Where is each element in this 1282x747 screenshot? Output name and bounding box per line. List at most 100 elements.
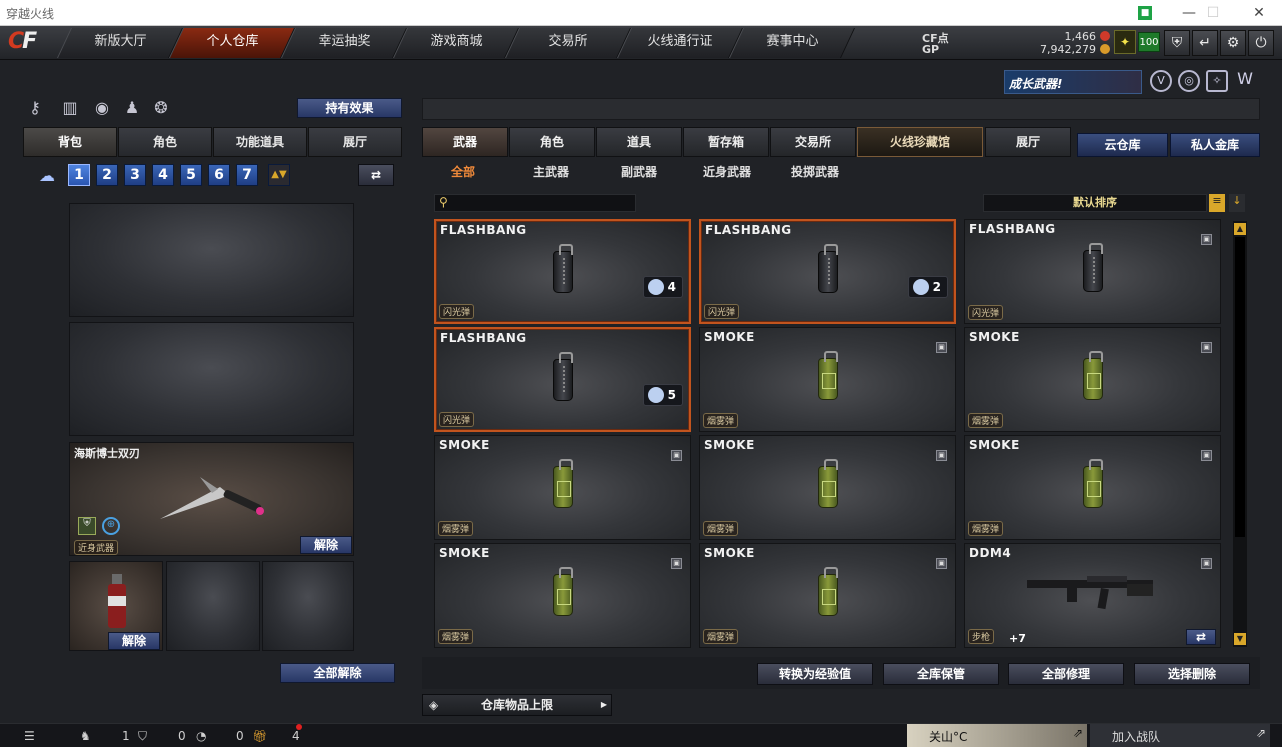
item-card[interactable]: FLASHBANG 4 闪光弹 (434, 219, 691, 324)
subtab-3[interactable]: 近身武器 (689, 163, 765, 180)
smoke-grenade-image (1082, 351, 1103, 400)
stats-icon[interactable]: ▥ (59, 98, 81, 118)
subtab-0[interactable]: 全部 (425, 163, 501, 180)
action-button-2[interactable]: 全部修理 (1008, 663, 1124, 685)
primary-slot[interactable] (69, 203, 354, 317)
scroll-down-icon[interactable]: ▼ (1234, 633, 1246, 645)
subtab-4[interactable]: 投掷武器 (777, 163, 853, 180)
join-team[interactable]: 加入战队 ⇗ (1090, 724, 1270, 747)
list-view-icon[interactable]: ≡ (1209, 194, 1225, 212)
scroll-up-icon[interactable]: ▲ (1234, 223, 1246, 235)
page-button-1[interactable]: 1 (68, 164, 90, 186)
gear-icon[interactable]: ⚙ (1220, 30, 1246, 56)
page-scroll-button[interactable]: ▲▼ (268, 164, 290, 186)
melee-remove-button[interactable]: 解除 (300, 536, 352, 554)
guild-icon[interactable]: ⛉ (138, 729, 147, 744)
menu-icon[interactable]: ☰ (24, 729, 35, 743)
item-card[interactable]: SMOKE ▣ 烟雾弹 (699, 543, 956, 648)
swap-button[interactable]: ⇄ (358, 164, 394, 186)
team-open-icon[interactable]: ⇗ (1256, 726, 1266, 740)
grenade-remove-button[interactable]: 解除 (108, 632, 160, 650)
melee-slot[interactable]: 海斯博士双刃 ⛨ ⊕ 近身武器 解除 (69, 442, 354, 556)
w-icon[interactable]: W (1234, 70, 1256, 92)
left-tab-3[interactable]: 展厅 (308, 127, 402, 157)
rank-icon[interactable]: ✦ (1114, 30, 1136, 54)
nav-tab-label: 交易所 (548, 34, 588, 49)
nav-tab-3[interactable]: 游戏商城 (393, 28, 519, 58)
page-button-2[interactable]: 2 (96, 164, 118, 186)
close-button[interactable]: ✕ (1236, 0, 1282, 26)
subtab-2[interactable]: 副武器 (601, 163, 677, 180)
vip-icon[interactable]: V (1150, 70, 1172, 92)
swap-icon[interactable]: ⇄ (1186, 629, 1216, 645)
shield-icon[interactable]: ⛨ (1164, 30, 1190, 56)
warehouse-limit-button[interactable]: ◈ 仓库物品上限 ▶ (422, 694, 612, 716)
scroll-thumb[interactable] (1235, 237, 1245, 537)
growth-weapon-banner[interactable]: 成长武器! (1004, 70, 1142, 94)
target-icon[interactable]: ◉ (91, 98, 113, 118)
power-icon[interactable]: ⏻ (1248, 30, 1274, 56)
person-icon[interactable]: ♟ (121, 98, 143, 118)
page-button-6[interactable]: 6 (208, 164, 230, 186)
cloud-warehouse-tab[interactable]: 云仓库 (1077, 133, 1168, 157)
chat-icon[interactable]: ◔ (196, 729, 206, 743)
item-card[interactable]: FLASHBANG ▣ 闪光弹 (964, 219, 1221, 324)
right-tab-3[interactable]: 暂存箱 (683, 127, 769, 157)
nav-tab-5[interactable]: 火线通行证 (617, 28, 743, 58)
left-tab-1[interactable]: 角色 (118, 127, 212, 157)
page-button-7[interactable]: 7 (236, 164, 258, 186)
left-tab-2[interactable]: 功能道具 (213, 127, 307, 157)
right-tab-5[interactable]: 火线珍藏馆 (857, 127, 983, 157)
page-button-5[interactable]: 5 (180, 164, 202, 186)
gift-box-icon[interactable]: 🎁︎ (252, 729, 267, 743)
page-button-3[interactable]: 3 (124, 164, 146, 186)
open-icon[interactable]: ⇗ (1073, 726, 1083, 740)
nav-tab-2[interactable]: 幸运抽奖 (281, 28, 407, 58)
item-card[interactable]: SMOKE ▣ 烟雾弹 (434, 543, 691, 648)
subtab-1[interactable]: 主武器 (513, 163, 589, 180)
right-tab-1[interactable]: 角色 (509, 127, 595, 157)
private-vault-tab[interactable]: 私人金库 (1170, 133, 1260, 157)
secondary-slot[interactable] (69, 322, 354, 436)
left-tab-0[interactable]: 背包 (23, 127, 117, 157)
chat-channel[interactable]: 关山°C ⇗ (907, 724, 1087, 747)
key-icon[interactable]: ⚷ (24, 98, 46, 118)
item-card[interactable]: SMOKE ▣ 烟雾弹 (964, 435, 1221, 540)
extra-slot-1[interactable] (166, 561, 260, 651)
item-card[interactable]: FLASHBANG 5 闪光弹 (434, 327, 691, 432)
sort-select[interactable]: 默认排序 (983, 194, 1207, 212)
right-tab-0[interactable]: 武器 (422, 127, 508, 157)
grenade-slot[interactable]: 解除 (69, 561, 163, 651)
action-button-1[interactable]: 全库保管 (883, 663, 999, 685)
nav-tab-1[interactable]: 个人仓库 (169, 28, 295, 58)
item-scrollbar[interactable]: ▲ ▼ (1233, 221, 1247, 647)
action-button-3[interactable]: 选择删除 (1134, 663, 1250, 685)
item-card[interactable]: SMOKE ▣ 烟雾弹 (434, 435, 691, 540)
page-button-4[interactable]: 4 (152, 164, 174, 186)
nav-tab-0[interactable]: 新版大厅 (57, 28, 183, 58)
badge-icon[interactable]: ✧ (1206, 70, 1228, 92)
friends-icon[interactable]: ♞ (80, 729, 91, 743)
item-name: FLASHBANG (440, 331, 527, 345)
item-card[interactable]: SMOKE ▣ 烟雾弹 (699, 435, 956, 540)
return-icon[interactable]: ↵ (1192, 30, 1218, 56)
gift-icon[interactable]: ❂ (150, 98, 172, 118)
right-tab-4[interactable]: 交易所 (770, 127, 856, 157)
remove-all-button[interactable]: 全部解除 (280, 663, 395, 683)
action-button-0[interactable]: 转换为经验值 (757, 663, 873, 685)
nav-tab-6[interactable]: 赛事中心 (729, 28, 855, 58)
flashbang-image (552, 352, 573, 401)
search-input[interactable]: ⚲ (434, 194, 636, 212)
sort-direction-icon[interactable]: ↓ (1229, 194, 1245, 212)
item-card[interactable]: SMOKE ▣ 烟雾弹 (699, 327, 956, 432)
item-card[interactable]: FLASHBANG 2 闪光弹 (699, 219, 956, 324)
maximize-button[interactable]: ☐ (1190, 0, 1236, 26)
item-card[interactable]: SMOKE ▣ 烟雾弹 (964, 327, 1221, 432)
right-tab-6[interactable]: 展厅 (985, 127, 1071, 157)
item-card[interactable]: DDM4 +7 ⇄ ▣ 步枪 (964, 543, 1221, 648)
globe-icon[interactable]: ◎ (1178, 70, 1200, 92)
right-tab-2[interactable]: 道具 (596, 127, 682, 157)
effect-button[interactable]: 持有效果 (297, 98, 402, 118)
nav-tab-4[interactable]: 交易所 (505, 28, 631, 58)
extra-slot-2[interactable] (262, 561, 354, 651)
